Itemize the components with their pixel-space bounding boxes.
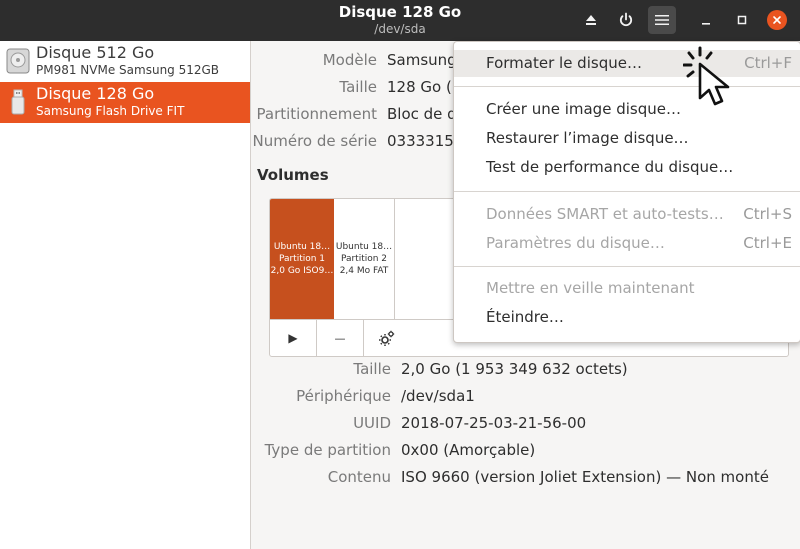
power-off-button[interactable]: [614, 8, 638, 32]
volume-toolbar: ▶ —: [270, 320, 410, 356]
device-label: Périphérique: [296, 387, 391, 405]
serial-value: 03333151: [387, 132, 464, 150]
header-bar: Disque 128 Go /dev/sda: [0, 0, 800, 41]
partition-1-line3: 2,0 Go ISO9…: [270, 266, 334, 276]
drive-list-sidebar: Disque 512 Go PM981 NVMe Samsung 512GB D…: [0, 41, 251, 549]
menu-item-accel: Ctrl+F: [744, 54, 792, 72]
volume-size-label: Taille: [353, 360, 391, 378]
partition-1-line2: Partition 1: [278, 254, 326, 264]
menu-item-label: Formater le disque…: [486, 54, 642, 72]
partition-type-value: 0x00 (Amorçable): [401, 441, 536, 459]
content-label: Contenu: [327, 468, 391, 486]
partition-2-line1: Ubuntu 18…: [335, 242, 393, 252]
disk-actions-menu: Formater le disque… Ctrl+F Créer une ima…: [453, 41, 800, 343]
partition-type-label: Type de partition: [264, 441, 391, 459]
mount-button[interactable]: ▶: [270, 320, 317, 356]
menu-separator: [454, 266, 800, 267]
eject-button[interactable]: [579, 8, 603, 32]
main-menu-button[interactable]: [648, 6, 676, 34]
partition-settings-button[interactable]: [364, 320, 410, 356]
window-title-block: Disque 128 Go /dev/sda: [0, 3, 800, 37]
drive-model: PM981 NVMe Samsung 512GB: [36, 63, 220, 77]
drive-model: Samsung Flash Drive FIT: [36, 104, 185, 118]
close-button[interactable]: [767, 10, 787, 30]
device-value: /dev/sda1: [401, 387, 475, 405]
uuid-label: UUID: [353, 414, 391, 432]
partition-1-block[interactable]: Ubuntu 18… Partition 1 2,0 Go ISO9…: [270, 199, 334, 319]
window-subtitle: /dev/sda: [374, 22, 426, 36]
partitioning-label: Partitionnement: [256, 105, 377, 123]
minus-icon: —: [334, 331, 346, 345]
usb-drive-icon: [11, 89, 25, 115]
menu-item-disk-settings[interactable]: Paramètres du disque… Ctrl+E: [454, 230, 800, 257]
play-icon: ▶: [288, 331, 298, 345]
power-icon: [619, 12, 633, 27]
partition-2-line2: Partition 2: [340, 254, 388, 264]
eject-icon: [586, 15, 596, 25]
maximize-button[interactable]: [730, 8, 754, 32]
menu-item-accel: Ctrl+S: [743, 205, 792, 223]
menu-item-label: Paramètres du disque…: [486, 234, 665, 252]
maximize-icon: [737, 15, 747, 25]
partition-2-block[interactable]: Ubuntu 18… Partition 2 2,4 Mo FAT: [334, 199, 395, 319]
menu-item-label: Test de performance du disque…: [486, 158, 734, 176]
menu-item-label: Restaurer l’image disque…: [486, 129, 689, 147]
sidebar-item-disk-128[interactable]: Disque 128 Go Samsung Flash Drive FIT: [0, 82, 250, 123]
partition-2-line3: 2,4 Mo FAT: [339, 266, 389, 276]
menu-item-label: Éteindre…: [486, 308, 564, 326]
serial-label: Numéro de série: [252, 132, 377, 150]
menu-item-label: Données SMART et auto-tests…: [486, 205, 724, 223]
window-title: Disque 128 Go: [338, 3, 462, 21]
menu-item-label: Mettre en veille maintenant: [486, 279, 695, 297]
menu-item-format[interactable]: Formater le disque… Ctrl+F: [454, 50, 800, 77]
hard-disk-icon: [6, 48, 30, 74]
close-icon: [773, 16, 781, 24]
partitioning-value: Bloc de d: [387, 105, 457, 123]
menu-separator: [454, 86, 800, 87]
menu-item-standby[interactable]: Mettre en veille maintenant: [454, 275, 800, 302]
size-value: 128 Go (: [387, 78, 452, 96]
minimize-button[interactable]: [694, 8, 718, 32]
partition-1-line1: Ubuntu 18…: [273, 242, 331, 252]
model-value: Samsung: [387, 51, 457, 69]
hamburger-menu-icon: [655, 15, 669, 25]
menu-item-restore-image[interactable]: Restaurer l’image disque…: [454, 125, 800, 152]
gears-icon: [379, 330, 395, 346]
content-value: ISO 9660 (version Joliet Extension) — No…: [401, 468, 769, 486]
menu-item-label: Créer une image disque…: [486, 100, 681, 118]
delete-partition-button[interactable]: —: [317, 320, 364, 356]
volume-size-value: 2,0 Go (1 953 349 632 octets): [401, 360, 628, 378]
size-label: Taille: [339, 78, 377, 96]
menu-item-benchmark[interactable]: Test de performance du disque…: [454, 154, 800, 181]
menu-item-smart[interactable]: Données SMART et auto-tests… Ctrl+S: [454, 201, 800, 228]
drive-name: Disque 512 Go: [36, 43, 155, 62]
model-label: Modèle: [322, 51, 377, 69]
menu-separator: [454, 191, 800, 192]
sidebar-item-disk-512[interactable]: Disque 512 Go PM981 NVMe Samsung 512GB: [0, 41, 250, 82]
menu-item-accel: Ctrl+E: [743, 234, 792, 252]
menu-item-create-image[interactable]: Créer une image disque…: [454, 96, 800, 123]
uuid-value: 2018-07-25-03-21-56-00: [401, 414, 587, 432]
drive-name: Disque 128 Go: [36, 84, 155, 103]
minimize-icon: [702, 23, 710, 25]
volumes-heading: Volumes: [257, 166, 329, 184]
menu-item-power-off[interactable]: Éteindre…: [454, 304, 800, 331]
